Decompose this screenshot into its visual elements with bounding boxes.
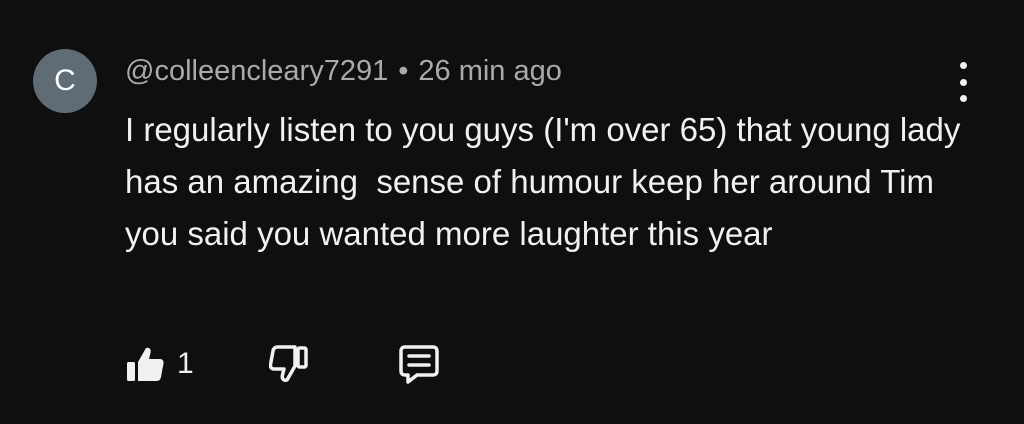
more-vertical-icon (959, 62, 967, 69)
more-options-button[interactable] (948, 62, 978, 102)
comment-thread: C @colleencleary7291 • 26 min ago I regula… (0, 0, 1024, 424)
thumbs-down-icon (269, 345, 308, 382)
comment-actions: 1 (125, 342, 525, 386)
comment-reply-icon (399, 345, 439, 384)
author-name[interactable]: @colleencleary7291 (125, 55, 388, 87)
reply-button[interactable] (397, 342, 441, 386)
like-count: 1 (177, 347, 194, 380)
comment-header: @colleencleary7291 • 26 min ago (125, 53, 562, 89)
avatar[interactable]: C (33, 49, 97, 113)
dislike-button[interactable] (269, 342, 309, 386)
thumbs-up-icon (127, 347, 164, 381)
header-separator: • (398, 55, 409, 87)
like-button[interactable]: 1 (125, 342, 194, 386)
comment-timestamp: 26 min ago (418, 55, 562, 87)
comment-text: I regularly listen to you guys (I'm over… (125, 111, 970, 252)
